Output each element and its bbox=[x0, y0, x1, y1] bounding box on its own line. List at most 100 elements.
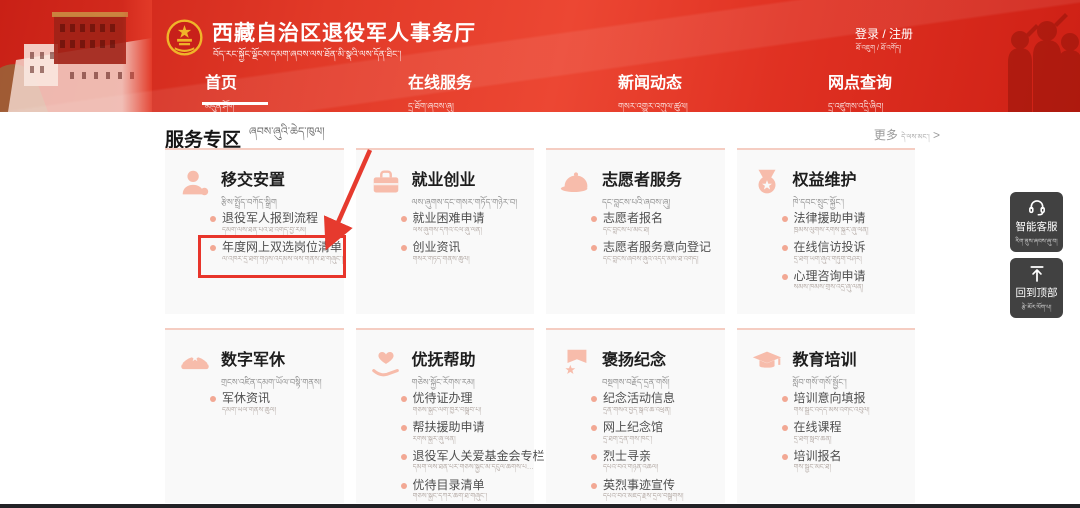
service-link-tibetan: སེམས་ཁམས་གྲོས་འདྲི་ཞུ་ལེན། bbox=[793, 284, 864, 292]
bullet-icon bbox=[591, 424, 597, 431]
service-link-label[interactable]: 就业困难申请 bbox=[413, 211, 485, 226]
bullet-icon bbox=[781, 424, 788, 431]
more-tibetan: དེ་ལས་མང་། bbox=[901, 134, 930, 141]
service-link[interactable]: 心理咨询申请 སེམས་ཁམས་གྲོས་འདྲི་ཞུ་ལེན། bbox=[781, 269, 869, 293]
service-link-label[interactable]: 心理咨询申请 bbox=[794, 269, 869, 284]
service-link-label[interactable]: 军休资讯 bbox=[222, 391, 276, 406]
nav-home-label[interactable]: 首页 bbox=[205, 69, 237, 93]
card-digital-military-retirement: 数字军休 གྲངས་འཛིན་དམག་ཡོལ་བསྟི་གནས། 军休资讯 དམ… bbox=[165, 328, 344, 503]
bullet-icon bbox=[400, 244, 407, 251]
card-preferential-assistance: 优抚帮助 གཅེས་སྐྱོང་རོགས་རམ། 优待证办理 གཅེས་སྐྱོ… bbox=[355, 328, 545, 503]
service-link[interactable]: 退役军人报到流程 དམག་ལས་ཐོན་པའི་ཐོ་འགོད་བྱ་རིམ། bbox=[210, 211, 343, 235]
service-link-label[interactable]: 退役军人报到流程 bbox=[222, 211, 343, 226]
bullet-icon bbox=[210, 216, 216, 222]
back-to-top-label[interactable]: 回到顶部 bbox=[1010, 285, 1063, 300]
smart-customer-service-label[interactable]: 智能客服 bbox=[1010, 219, 1063, 234]
card-title[interactable]: 数字军休 bbox=[221, 346, 322, 370]
service-link-label[interactable]: 法律援助申请 bbox=[794, 211, 869, 226]
service-link-tibetan: དམག་ཡོལ་གནས་ཚུལ། bbox=[222, 406, 277, 414]
login-register-link[interactable]: 登录 / 注册 bbox=[855, 25, 913, 42]
service-link-label[interactable]: 在线信访投诉 bbox=[794, 240, 869, 255]
card-title[interactable]: 教育培训 bbox=[793, 346, 857, 370]
service-link-label[interactable]: 培训报名 bbox=[794, 449, 870, 464]
potala-palace-image bbox=[0, 0, 152, 112]
service-link-label[interactable]: 纪念活动信息 bbox=[603, 391, 684, 406]
more-link[interactable]: 更多 དེ་ལས་མང་། > bbox=[840, 126, 940, 149]
bullet-icon bbox=[781, 453, 788, 460]
service-link[interactable]: 培训报名 གསོ་སྦྱོང་མིང་ཐོ། bbox=[781, 449, 870, 473]
service-link-tibetan: དྲན་གསོའི་བྱེད་སྒོའི་ཆ་འཕྲིན། bbox=[603, 406, 671, 414]
smart-customer-service-tibetan: རིག་ནུས་ཞབས་ཞུ་བ། bbox=[1015, 239, 1058, 245]
service-link[interactable]: 志愿者服务意向登记 དང་བླངས་ཞབས་ཞུའི་འདོད་མོས་ཐོ་འ… bbox=[591, 240, 711, 264]
card-title[interactable]: 褒扬纪念 bbox=[602, 346, 670, 370]
more-label[interactable]: 更多 bbox=[874, 128, 898, 142]
site-title-tibetan: བོད་རང་སྐྱོང་ལྗོངས་དམག་ཞབས་ལས་ཐོན་མི་སྣའ… bbox=[213, 49, 402, 59]
service-link[interactable]: 退役军人关爱基金会专栏 དམག་ལས་ཐོན་པར་གཅེས་སྐྱོང་མ་ད… bbox=[400, 449, 545, 473]
service-link-label[interactable]: 培训意向填报 bbox=[794, 391, 870, 406]
service-link-label[interactable]: 年度网上双选岗位清单 bbox=[222, 240, 343, 255]
cap-icon bbox=[560, 172, 588, 192]
service-link[interactable]: 在线信访投诉 དྲ་ཐོག་ཡིག་ཞུའི་གཏུག་བཤེར། bbox=[781, 240, 869, 264]
service-link[interactable]: 在线课程 དྲ་ཐོག་སློབ་ཚན། bbox=[781, 420, 870, 444]
headset-icon bbox=[1028, 200, 1045, 216]
service-link[interactable]: 军休资讯 དམག་ཡོལ་གནས་ཚུལ། bbox=[210, 391, 277, 415]
smart-customer-service-button[interactable]: 智能客服 རིག་ནུས་ཞབས་ཞུ་བ། bbox=[1010, 192, 1063, 252]
service-link-label[interactable]: 网上纪念馆 bbox=[603, 420, 684, 435]
service-link-label[interactable]: 烈士寻亲 bbox=[603, 449, 684, 464]
card-transfer-placement: 移交安置 རྩིས་སྤྲོད་བཀོད་སྒྲིག 退役军人报到流程 དམག་… bbox=[165, 148, 346, 314]
service-link-label[interactable]: 创业资讯 bbox=[413, 240, 485, 255]
card-title[interactable]: 志愿者服务 bbox=[602, 166, 682, 190]
nav-branch-query[interactable]: 网点查询 དྲ་འཛུགས་འདྲི་ཞིབ། bbox=[828, 69, 892, 121]
service-link-tibetan: གཅེས་སྐྱོང་ལག་ཁྱེར་བསྒྲུབ་པ། bbox=[412, 406, 482, 414]
nav-online-services[interactable]: 在线服务 དྲ་ཐོག་ཞབས་ཞུ། bbox=[408, 69, 472, 121]
service-link[interactable]: 培训意向填报 གསོ་སྦྱོང་འདོད་མོས་འགེང་འབུལ། bbox=[781, 391, 870, 415]
service-link-annual-job-list[interactable]: 年度网上双选岗位清单 ལོ་འཁོར་དྲ་ཐོག་གཉིས་འདེམས་ལས་… bbox=[198, 234, 346, 278]
card-title[interactable]: 就业创业 bbox=[412, 166, 518, 190]
back-to-top-button[interactable]: 回到顶部 རྩེ་མོར་ལོག་པ། bbox=[1010, 258, 1063, 318]
service-link[interactable]: 网上纪念馆 དྲ་ཐོག་དྲན་གསོ་ཁང་། bbox=[591, 420, 684, 444]
service-link-label[interactable]: 志愿者报名 bbox=[603, 211, 711, 226]
service-link[interactable]: 优待目录清单 གཅེས་སྐྱོང་དཀར་ཆག་ཐོ་གཞུང་། bbox=[400, 478, 545, 502]
service-link-label[interactable]: 志愿者服务意向登记 bbox=[603, 240, 711, 255]
service-link-label[interactable]: 在线课程 bbox=[794, 420, 870, 435]
service-link-tibetan: གསར་གཏོད་གནས་ཚུལ། bbox=[412, 255, 470, 263]
bullet-icon bbox=[781, 273, 788, 280]
site-header: 西藏自治区退役军人事务厅 བོད་རང་སྐྱོང་ལྗོངས་དམག་ཞབས་… bbox=[0, 0, 1080, 112]
more-arrow-icon: > bbox=[932, 128, 940, 142]
service-link[interactable]: 就业困难申请 ལས་ཞུགས་དཀའ་ངལ་ཞུ་ལེན། bbox=[400, 211, 485, 235]
bullet-icon bbox=[781, 396, 788, 402]
graduation-cap-icon bbox=[752, 351, 781, 368]
service-link-label[interactable]: 英烈事迹宣传 bbox=[603, 478, 684, 493]
service-link-tibetan: ལོ་འཁོར་དྲ་ཐོག་གཉིས་འདེམས་ལས་གནས་ཐོ་གཞུང… bbox=[222, 255, 344, 263]
nav-branch-query-label[interactable]: 网点查询 bbox=[828, 69, 892, 93]
card-title[interactable]: 移交安置 bbox=[221, 166, 285, 190]
bottom-edge-bar bbox=[0, 504, 1080, 508]
service-link[interactable]: 优待证办理 གཅེས་སྐྱོང་ལག་ཁྱེར་བསྒྲུབ་པ། bbox=[400, 391, 545, 415]
service-link[interactable]: 创业资讯 གསར་གཏོད་གནས་ཚུལ། bbox=[400, 240, 485, 264]
nav-news[interactable]: 新闻动态 གསར་འགྱུར་འགུལ་ཚུལ། bbox=[618, 69, 688, 121]
service-link-label[interactable]: 优待目录清单 bbox=[413, 478, 545, 493]
nav-news-label[interactable]: 新闻动态 bbox=[618, 69, 688, 93]
service-link-tibetan: དཔའ་བོའི་གཉེན་འཚོལ། bbox=[603, 464, 659, 472]
bullet-icon bbox=[210, 244, 216, 251]
bullet-icon bbox=[210, 396, 216, 402]
nav-home[interactable]: 首页 མདུན་ཤོག bbox=[205, 69, 237, 121]
service-link-label[interactable]: 优待证办理 bbox=[413, 391, 545, 406]
service-link[interactable]: 纪念活动信息 དྲན་གསོའི་བྱེད་སྒོའི་ཆ་འཕྲིན། bbox=[591, 391, 684, 415]
card-title[interactable]: 权益维护 bbox=[793, 166, 857, 190]
bullet-icon bbox=[781, 216, 788, 222]
bullet-icon bbox=[400, 216, 407, 222]
nav-online-services-label[interactable]: 在线服务 bbox=[408, 69, 472, 93]
card-title[interactable]: 优抚帮助 bbox=[412, 346, 476, 370]
banner-star-icon bbox=[565, 349, 587, 374]
service-link-label[interactable]: 退役军人关爱基金会专栏 bbox=[413, 449, 545, 464]
service-link[interactable]: 法律援助申请 ཁྲིམས་ལུགས་རོགས་སྐྱོར་ཞུ་ལེན། bbox=[781, 211, 869, 235]
service-link[interactable]: 帮扶援助申请 རོགས་སྐྱོར་ཞུ་ལེན། bbox=[400, 420, 545, 444]
service-link[interactable]: 烈士寻亲 དཔའ་བོའི་གཉེན་འཚོལ། bbox=[591, 449, 684, 473]
soldiers-silhouette-image bbox=[1008, 13, 1080, 112]
service-link[interactable]: 志愿者报名 དང་བླངས་པ་མིང་ཐོ། bbox=[591, 211, 711, 235]
service-link-tibetan: དམག་ལས་ཐོན་པའི་ཐོ་འགོད་བྱ་རིམ། bbox=[222, 226, 307, 234]
service-link[interactable]: 英烈事迹宣传 དཔའ་བོའི་མཛད་རྗེས་དྲིལ་བསྒྲགས། bbox=[591, 478, 684, 502]
service-link-label[interactable]: 帮扶援助申请 bbox=[413, 420, 545, 435]
bullet-icon bbox=[400, 453, 407, 460]
